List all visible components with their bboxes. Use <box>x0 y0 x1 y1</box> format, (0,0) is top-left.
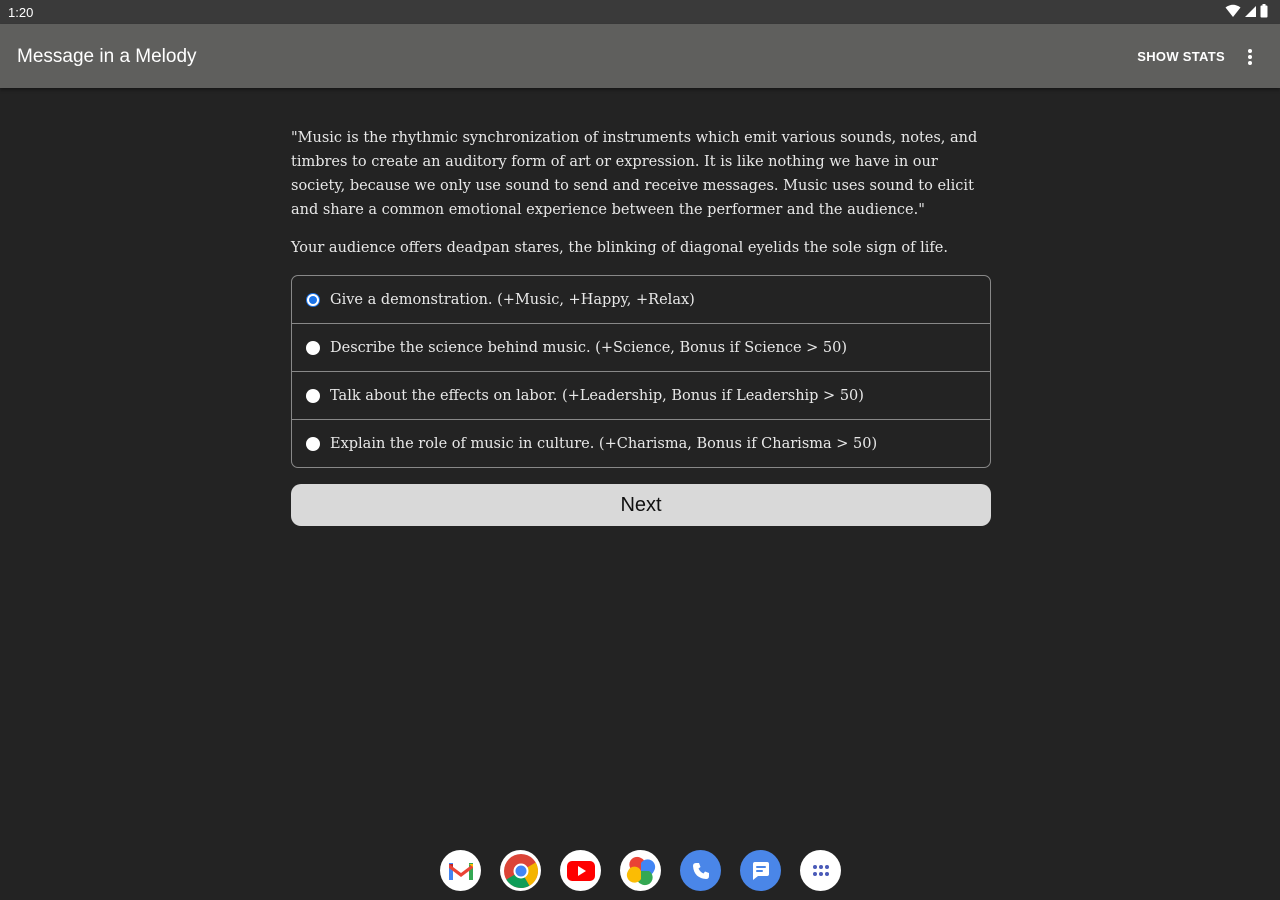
story-content: "Music is the rhythmic synchronization o… <box>291 126 991 526</box>
choice-label: Give a demonstration. (+Music, +Happy, +… <box>330 291 695 308</box>
app-dock <box>440 850 841 891</box>
wifi-icon <box>1225 4 1241 17</box>
choice-option[interactable]: Give a demonstration. (+Music, +Happy, +… <box>292 276 990 323</box>
cell-signal-icon <box>1245 5 1256 17</box>
app-title: Message in a Melody <box>17 46 197 67</box>
radio-unselected-icon[interactable] <box>306 340 320 355</box>
chrome-icon[interactable] <box>500 850 541 891</box>
youtube-icon[interactable] <box>560 850 601 891</box>
choice-label: Explain the role of music in culture. (+… <box>330 435 878 452</box>
app-bar: Message in a Melody SHOW STATS <box>0 24 1280 88</box>
photos-icon[interactable] <box>620 850 661 891</box>
next-button[interactable]: Next <box>291 484 991 526</box>
choice-label: Talk about the effects on labor. (+Leade… <box>330 387 864 404</box>
status-icons <box>1225 4 1268 18</box>
story-quote: "Music is the rhythmic synchronization o… <box>291 130 978 218</box>
messages-icon[interactable] <box>740 850 781 891</box>
radio-selected-icon[interactable] <box>306 292 320 307</box>
show-stats-button[interactable]: SHOW STATS <box>1137 49 1225 64</box>
app-drawer-icon[interactable] <box>800 850 841 891</box>
choice-option[interactable]: Explain the role of music in culture. (+… <box>292 419 990 467</box>
choice-list: Give a demonstration. (+Music, +Happy, +… <box>291 275 991 468</box>
radio-unselected-icon[interactable] <box>306 436 320 451</box>
more-vertical-icon[interactable] <box>1242 48 1258 66</box>
choice-label: Describe the science behind music. (+Sci… <box>330 339 848 356</box>
battery-icon <box>1260 4 1268 18</box>
choice-option[interactable]: Describe the science behind music. (+Sci… <box>292 323 990 371</box>
status-time: 1:20 <box>8 5 34 20</box>
choice-option[interactable]: Talk about the effects on labor. (+Leade… <box>292 371 990 419</box>
radio-unselected-icon[interactable] <box>306 388 320 403</box>
status-bar: 1:20 <box>0 0 1280 24</box>
story-narration: Your audience offers deadpan stares, the… <box>291 240 948 256</box>
gmail-icon[interactable] <box>440 850 481 891</box>
phone-icon[interactable] <box>680 850 721 891</box>
